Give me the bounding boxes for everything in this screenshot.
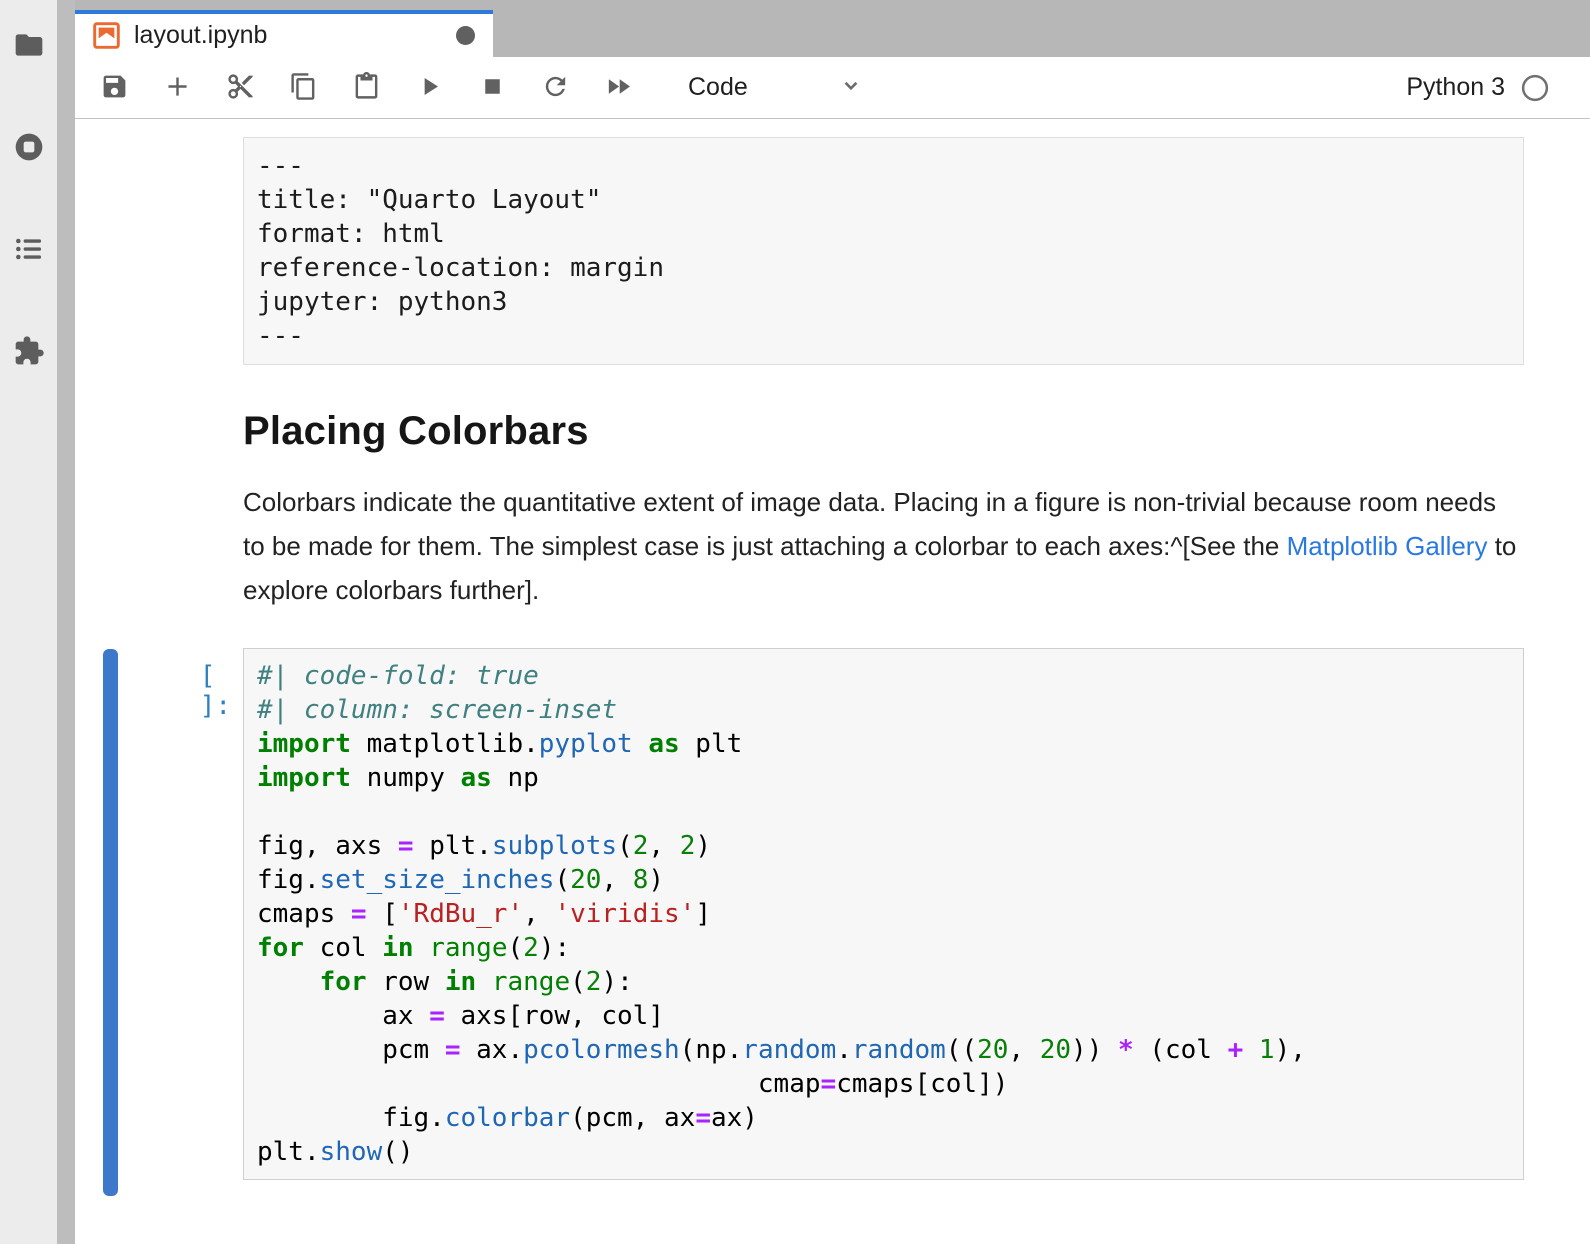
markdown-paragraph: Colorbars indicate the quantitative exte… — [243, 480, 1518, 612]
plus-icon — [163, 72, 192, 104]
paste-cells-button[interactable] — [351, 73, 381, 103]
code-line: #| code-fold: true — [257, 659, 1510, 693]
sidebar-divider — [57, 0, 75, 1244]
sidebar-item-running-kernels[interactable] — [11, 130, 47, 166]
code-line: for col in range(2): — [257, 931, 1510, 965]
restart-kernel-button[interactable] — [540, 73, 570, 103]
save-icon — [100, 72, 129, 104]
raw-line: format: html — [257, 217, 1510, 251]
raw-line: --- — [257, 319, 1510, 353]
stop-circle-icon — [13, 131, 45, 166]
raw-line: --- — [257, 149, 1510, 183]
notebook-file-icon — [93, 22, 120, 49]
notebook-content: ---title: "Quarto Layout"format: htmlref… — [75, 119, 1590, 1244]
code-line: fig.set_size_inches(20, 8) — [257, 863, 1510, 897]
sidebar-item-file-browser[interactable] — [11, 28, 47, 64]
execution-prompt: [ ]: — [200, 661, 231, 721]
raw-cell-frontmatter[interactable]: ---title: "Quarto Layout"format: htmlref… — [243, 137, 1524, 365]
insert-cell-button[interactable] — [162, 73, 192, 103]
tab-title: layout.ipynb — [134, 21, 267, 50]
save-button[interactable] — [99, 73, 129, 103]
code-line: ax = axs[row, col] — [257, 999, 1510, 1033]
code-line — [257, 795, 1510, 829]
markdown-cell[interactable]: Placing Colorbars Colorbars indicate the… — [243, 409, 1524, 612]
code-line: import numpy as np — [257, 761, 1510, 795]
code-line: plt.show() — [257, 1135, 1510, 1169]
code-editor[interactable]: #| code-fold: true#| column: screen-inse… — [243, 648, 1524, 1180]
sidebar-item-extensions[interactable] — [11, 334, 47, 370]
puzzle-icon — [13, 335, 45, 370]
raw-line: reference-location: margin — [257, 251, 1510, 285]
left-sidebar — [0, 0, 57, 1244]
raw-line: jupyter: python3 — [257, 285, 1510, 319]
markdown-heading: Placing Colorbars — [243, 409, 1524, 454]
tab-bar: layout.ipynb — [75, 0, 1590, 57]
stop-icon — [478, 72, 507, 104]
kernel-status-icon[interactable] — [1520, 73, 1550, 103]
cell-type-value: Code — [688, 73, 748, 102]
copy-cells-button[interactable] — [288, 73, 318, 103]
code-line: import matplotlib.pyplot as plt — [257, 727, 1510, 761]
interrupt-kernel-button[interactable] — [477, 73, 507, 103]
code-line: fig.colorbar(pcm, ax=ax) — [257, 1101, 1510, 1135]
notebook-toolbar: Code Python 3 — [75, 57, 1590, 119]
code-cell[interactable]: [ ]: #| code-fold: true#| column: screen… — [243, 648, 1524, 1196]
matplotlib-gallery-link[interactable]: Matplotlib Gallery — [1287, 531, 1488, 561]
refresh-icon — [541, 72, 570, 104]
raw-line: title: "Quarto Layout" — [257, 183, 1510, 217]
code-line: cmap=cmaps[col]) — [257, 1067, 1510, 1101]
code-line: for row in range(2): — [257, 965, 1510, 999]
tab-layout-ipynb[interactable]: layout.ipynb — [75, 10, 493, 57]
cut-cells-button[interactable] — [225, 73, 255, 103]
clipboard-icon — [352, 72, 381, 104]
copy-icon — [289, 72, 318, 104]
play-icon — [415, 72, 444, 104]
unsaved-changes-indicator[interactable] — [456, 26, 475, 45]
active-cell-indicator[interactable] — [103, 649, 118, 1196]
scissors-icon — [226, 72, 255, 104]
code-line: fig, axs = plt.subplots(2, 2) — [257, 829, 1510, 863]
folder-icon — [13, 29, 45, 64]
sidebar-item-table-of-contents[interactable] — [11, 232, 47, 268]
code-line: #| column: screen-inset — [257, 693, 1510, 727]
kernel-name[interactable]: Python 3 — [1406, 73, 1505, 102]
jupyterlab-window: layout.ipynb — [0, 0, 1590, 1244]
code-line: cmaps = ['RdBu_r', 'viridis'] — [257, 897, 1510, 931]
run-cell-button[interactable] — [414, 73, 444, 103]
fast-forward-icon — [604, 72, 633, 104]
restart-run-all-button[interactable] — [603, 73, 633, 103]
list-icon — [13, 233, 45, 268]
chevron-down-icon — [838, 72, 864, 103]
code-line: pcm = ax.pcolormesh(np.random.random((20… — [257, 1033, 1510, 1067]
main-panel: layout.ipynb — [75, 0, 1590, 1244]
cell-type-dropdown[interactable]: Code — [688, 72, 864, 103]
